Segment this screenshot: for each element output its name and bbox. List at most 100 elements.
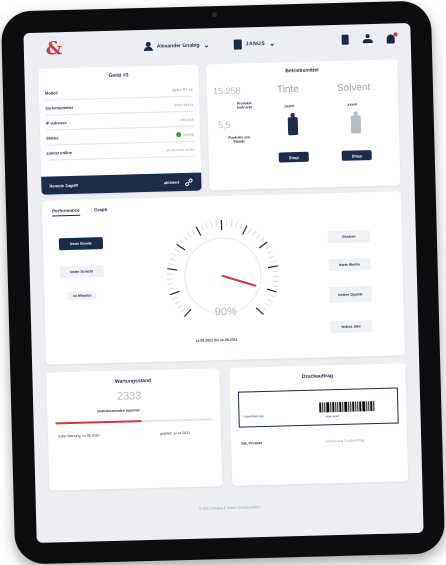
gauge-needle [221,275,257,287]
gauge-tick [168,287,175,290]
gauge-tick [270,260,277,263]
gauge-tick [230,220,233,227]
gauge-tick [167,283,174,285]
users-icon[interactable] [363,34,373,44]
last-year-button[interactable]: letztes Jahr [330,320,373,334]
maintenance-progress [55,418,213,425]
gauge-tick [264,302,271,307]
per-hour-count: 5,5 [217,119,231,131]
gauge-tick [239,223,243,230]
tab-graph[interactable]: Graph [94,207,107,212]
gauge-tick [171,253,178,257]
barcode-image [319,401,375,413]
gauge-tick [171,296,178,300]
gauge-tick [177,304,183,309]
notification-dot [393,31,398,36]
gauge-tick [205,222,208,229]
gauge-tick [173,248,180,252]
gauge-tick [255,233,261,239]
row-label: Seriennummer [45,104,74,111]
user-menu[interactable]: Alexander Gnabig ⌄ [144,40,210,51]
gauge-tick [235,221,238,228]
gauge-tick [266,288,277,293]
last-hour-button[interactable]: letzte Stunde [58,237,104,251]
print-job-card: Druckauftrag Laserdruck xxx xxxx-xxxx St… [229,363,409,486]
device-row-last-online: zuletzt online xx.xx.xxxx xx:xx [46,142,195,161]
label-text: Laserdruck xxx [243,413,264,419]
gauge-tick [225,220,227,227]
gauge-tick [265,245,271,250]
ink-shop-button[interactable]: Shop [278,151,309,163]
barcode-bar [370,401,373,412]
remote-access-bar[interactable]: Remote Zugriff aktiviert [41,172,202,195]
solvent-amount: xxxml [347,102,358,107]
consumables-card: Betriebsmittel 15.258 Produkte bedruckt … [206,59,401,191]
barcode-bar [352,401,355,412]
minutes-select-value: xx Minuten [73,293,92,298]
row-label: Status [46,135,59,141]
link-icon [185,178,193,186]
per-hour-label: Produkte pro Stunde [228,135,251,144]
row-value: xx.xx.xxxx xx:xx [165,146,195,153]
count-label: Stk. Produkt [241,441,262,446]
gauge-tick [272,280,279,282]
footer-copyright: © 2021 Gnabig & Nauer Gnabig GmbH [198,505,260,511]
barcode-bar [339,401,342,412]
gauge-tick [166,273,173,275]
print-label-preview: Laserdruck xxx xxxx-xxxx [237,387,399,428]
gauge-tick [179,239,185,245]
gauge-tick [169,290,180,296]
gauge-tick [267,250,273,254]
remote-access-label: Remote Zugriff [49,182,78,189]
row-label: zuletzt online [46,149,72,156]
yesterday-button[interactable]: Gestern [327,230,370,244]
ink-title: Tinte [276,83,299,96]
maintenance-hours: 2333 [116,390,142,403]
minutes-select[interactable]: xx Minuten [68,291,97,301]
maintenance-sub: Betriebsstunden (optimal [97,408,140,414]
barcode-bar [362,401,366,412]
last-week-button[interactable]: letzte Woche [328,258,371,272]
gauge-ticks [166,220,279,318]
last-shift-button[interactable]: letzte Schicht [59,265,104,279]
chevron-down-icon: ⌄ [203,41,210,49]
gauge-tick [252,230,257,236]
gauge-value: 90% [214,305,237,319]
user-name: Alexander Gnabig [156,42,200,50]
ink-bottle-icon [287,116,299,136]
label-code: xxxx-xxxx [325,414,339,419]
tab-performance[interactable]: Performance [52,207,80,217]
dashboard-screen: & Alexander Gnabig ⌄ JANUS ⌄ Gerät #3 Mo… [23,23,424,543]
remote-access-value: aktiviert [163,179,180,185]
gauge-tick [191,229,196,235]
print-job-title: Druckauftrag [301,373,334,380]
printer-icon [233,39,242,50]
date-range: xx.08.2021 bis xx.08.2021 [195,337,238,343]
gauge-tick [267,265,279,269]
device-card-title: Gerät #3 [108,72,129,79]
gauge-tick [168,263,175,266]
gauge-tick [174,300,180,305]
last-quarter-button[interactable]: letztes Quartal [329,286,372,304]
gauge-tick [269,255,276,259]
gauge-tick [200,224,204,231]
solvent-bottle-icon [350,115,362,134]
clipboard-icon[interactable] [341,34,349,45]
row-label: Modell [44,90,58,96]
maintenance-title: Wartungsstand [114,377,152,385]
solvent-shop-button[interactable]: Shop [341,150,372,161]
planned-maintenance: geplant: xx.xx.2021 [159,430,191,436]
app-logo[interactable]: & [46,38,63,59]
notification-bell-icon[interactable] [386,31,398,44]
user-icon [144,42,153,51]
gauge-tick [183,235,188,241]
gauge-tick [259,237,265,243]
status-value: online [176,131,194,138]
gauge-tick [183,308,192,318]
gauge-tick [269,294,275,298]
device-selector[interactable]: JANUS ⌄ [233,39,276,50]
performance-card: Performance Graph letzte Stunde letzte S… [41,191,405,365]
barcode-bar [332,402,335,413]
barcode-bar [373,401,375,412]
count-value: xxx/xxx aus Druckauftrag [325,438,365,444]
